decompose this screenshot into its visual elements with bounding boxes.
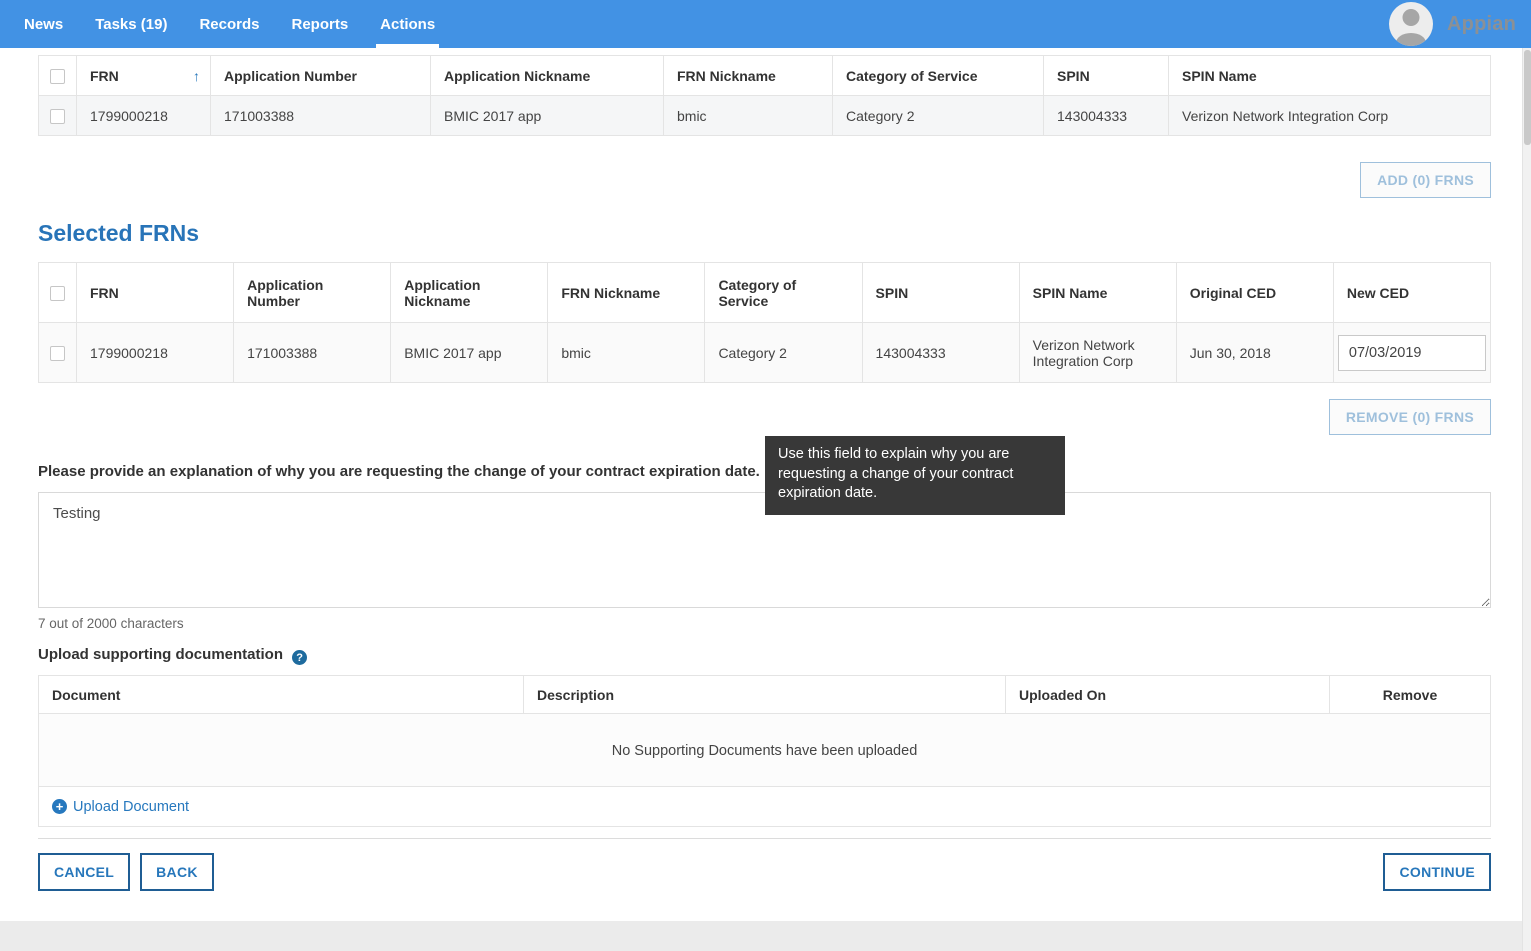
upload-document-row: + Upload Document — [39, 787, 1491, 827]
footer-button-bar: CANCEL BACK CONTINUE — [38, 853, 1491, 891]
upload-documentation-label-text: Upload supporting documentation — [38, 646, 283, 663]
new-ced-date-input[interactable] — [1338, 335, 1486, 371]
select-all-checkbox[interactable] — [50, 69, 65, 84]
help-tooltip: Use this field to explain why you are re… — [765, 436, 1065, 515]
nav-tab-reports[interactable]: Reports — [275, 0, 364, 48]
character-counter: 7 out of 2000 characters — [38, 616, 1491, 631]
column-header-frn[interactable]: FRN — [77, 263, 234, 323]
cancel-button[interactable]: CANCEL — [38, 853, 130, 891]
selected-frn-row: 1799000218 171003388 BMIC 2017 app bmic … — [39, 323, 1491, 383]
column-header-application-number[interactable]: Application Number — [234, 263, 391, 323]
column-header-application-nickname[interactable]: Application Nickname — [431, 56, 664, 96]
nav-tab-news[interactable]: News — [8, 0, 79, 48]
selected-row-checkbox[interactable] — [50, 346, 65, 361]
upload-document-link[interactable]: + Upload Document — [52, 799, 189, 815]
cell-spin: 143004333 — [1044, 96, 1169, 136]
column-header-document: Document — [39, 676, 524, 714]
user-avatar[interactable] — [1389, 2, 1433, 46]
column-header-category-of-service[interactable]: Category of Service — [833, 56, 1044, 96]
cell-application-nickname: BMIC 2017 app — [431, 96, 664, 136]
available-frn-row: 1799000218 171003388 BMIC 2017 app bmic … — [39, 96, 1491, 136]
column-header-new-ced[interactable]: New CED — [1333, 263, 1490, 323]
upload-document-link-label: Upload Document — [73, 799, 189, 815]
add-frns-button[interactable]: ADD (0) FRNS — [1360, 162, 1491, 198]
column-header-application-nickname[interactable]: Application Nickname — [391, 263, 548, 323]
column-header-description: Description — [524, 676, 1006, 714]
cell-category-of-service: Category 2 — [705, 323, 862, 383]
column-header-remove: Remove — [1330, 676, 1491, 714]
top-navigation-bar: News Tasks (19) Records Reports Actions … — [0, 0, 1531, 48]
cell-spin: 143004333 — [862, 323, 1019, 383]
cell-frn-nickname: bmic — [664, 96, 833, 136]
avatar-head-icon — [1403, 9, 1420, 26]
documents-table: Document Description Uploaded On Remove … — [38, 675, 1491, 827]
column-header-category-of-service[interactable]: Category of Service — [705, 263, 862, 323]
row-select-checkbox[interactable] — [50, 109, 65, 124]
column-header-uploaded-on: Uploaded On — [1006, 676, 1330, 714]
selected-frns-table: FRN Application Number Application Nickn… — [38, 262, 1491, 383]
nav-tab-records[interactable]: Records — [183, 0, 275, 48]
cell-new-ced — [1333, 323, 1490, 383]
cell-category-of-service: Category 2 — [833, 96, 1044, 136]
cell-application-nickname: BMIC 2017 app — [391, 323, 548, 383]
footer-divider — [38, 838, 1491, 839]
nav-tabs: News Tasks (19) Records Reports Actions — [0, 0, 451, 48]
explanation-label-text: Please provide an explanation of why you… — [38, 463, 760, 480]
appian-brand-logo: Appian — [1447, 13, 1516, 36]
column-header-frn[interactable]: FRN ↑ — [77, 56, 211, 96]
column-header-frn-label: FRN — [90, 68, 119, 84]
column-header-application-number[interactable]: Application Number — [211, 56, 431, 96]
continue-button[interactable]: CONTINUE — [1383, 853, 1491, 891]
available-frns-header-row: FRN ↑ Application Number Application Nic… — [39, 56, 1491, 96]
cell-spin-name: Verizon Network Integration Corp — [1019, 323, 1176, 383]
plus-circle-icon: + — [52, 799, 67, 814]
cell-original-ced: Jun 30, 2018 — [1176, 323, 1333, 383]
vertical-scrollbar[interactable] — [1522, 48, 1531, 951]
nav-right-section: Appian — [1389, 0, 1531, 48]
help-icon[interactable]: ? — [292, 650, 307, 665]
selected-select-all-checkbox[interactable] — [50, 286, 65, 301]
cell-frn-nickname: bmic — [548, 323, 705, 383]
column-header-original-ced[interactable]: Original CED — [1176, 263, 1333, 323]
documents-empty-row: No Supporting Documents have been upload… — [39, 714, 1491, 787]
cell-application-number: 171003388 — [234, 323, 391, 383]
back-button[interactable]: BACK — [140, 853, 214, 891]
cell-application-number: 171003388 — [211, 96, 431, 136]
documents-header-row: Document Description Uploaded On Remove — [39, 676, 1491, 714]
cell-frn: 1799000218 — [77, 96, 211, 136]
column-header-spin-name[interactable]: SPIN Name — [1169, 56, 1491, 96]
avatar-shoulders-icon — [1396, 33, 1426, 46]
cell-spin-name: Verizon Network Integration Corp — [1169, 96, 1491, 136]
selected-frns-header-row: FRN Application Number Application Nickn… — [39, 263, 1491, 323]
column-header-frn-nickname[interactable]: FRN Nickname — [664, 56, 833, 96]
selected-frns-title: Selected FRNs — [38, 220, 1491, 247]
sort-ascending-icon[interactable]: ↑ — [193, 68, 200, 84]
no-documents-message: No Supporting Documents have been upload… — [39, 714, 1491, 787]
nav-tab-actions[interactable]: Actions — [364, 0, 451, 48]
column-header-spin[interactable]: SPIN — [1044, 56, 1169, 96]
available-frns-table: FRN ↑ Application Number Application Nic… — [38, 55, 1491, 136]
nav-tab-tasks[interactable]: Tasks (19) — [79, 0, 183, 48]
scrollbar-thumb[interactable] — [1524, 50, 1531, 145]
remove-frns-button[interactable]: REMOVE (0) FRNS — [1329, 399, 1491, 435]
column-header-frn-nickname[interactable]: FRN Nickname — [548, 263, 705, 323]
column-header-spin-name[interactable]: SPIN Name — [1019, 263, 1176, 323]
upload-documentation-label: Upload supporting documentation ? — [38, 646, 1491, 666]
cell-frn: 1799000218 — [77, 323, 234, 383]
column-header-spin[interactable]: SPIN — [862, 263, 1019, 323]
